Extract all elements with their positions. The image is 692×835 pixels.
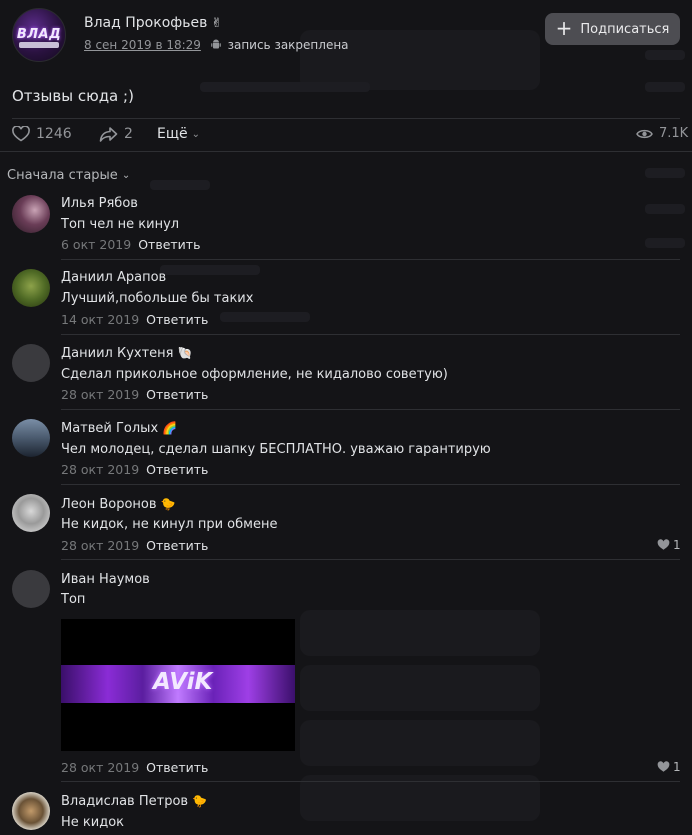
comment-text: Чел молодец, сделал шапку БЕСПЛАТНО. ува…	[61, 442, 491, 457]
share-icon	[99, 127, 118, 142]
heart-icon	[657, 539, 670, 550]
post-date-link[interactable]: 8 сен 2019 в 18:29	[84, 38, 201, 52]
banner-logo-text: AViK	[153, 669, 213, 695]
comment-avatar[interactable]	[12, 269, 50, 307]
reply-button[interactable]: Ответить	[146, 462, 208, 477]
like-button[interactable]: 1246	[12, 126, 72, 142]
divider	[61, 409, 680, 410]
comment-author-text: Владислав Петров	[61, 794, 189, 809]
comment-date[interactable]: 6 окт 2019	[61, 237, 131, 252]
pinned-label: запись закреплена	[227, 38, 349, 52]
rainbow-emoji-icon: 🌈	[162, 421, 178, 435]
comment-avatar[interactable]	[12, 570, 50, 608]
comment-like-count: 1	[673, 760, 681, 774]
comment-image-attachment[interactable]: AViK	[61, 619, 295, 751]
post-actions: 1246 2 Ещё ⌄ 7.1K	[0, 120, 692, 150]
reply-button[interactable]: Ответить	[146, 760, 208, 775]
eye-icon	[636, 129, 653, 138]
comment-date[interactable]: 28 окт 2019	[61, 462, 139, 477]
reply-button[interactable]: Ответить	[146, 312, 208, 327]
chick-emoji-icon: 🐤	[192, 794, 208, 808]
comment-author-text: Даниил Арапов	[61, 270, 167, 285]
comment-date[interactable]: 28 окт 2019	[61, 760, 139, 775]
shell-emoji-icon: 🐚	[177, 346, 193, 360]
comment-date[interactable]: 28 окт 2019	[61, 538, 139, 553]
post-header: ВЛАД Влад Прокофьев ✌ 8 сен 2019 в 18:29 …	[0, 0, 692, 70]
comment-footer: 28 окт 2019 Ответить	[61, 462, 208, 477]
comment-author-text: Иван Наумов	[61, 572, 150, 587]
comment-text: Не кидок	[61, 815, 125, 830]
comment-footer: 28 окт 2019 Ответить	[61, 387, 208, 402]
comment-author[interactable]: Даниил Арапов	[61, 270, 166, 285]
comment-author-text: Леон Воронов	[61, 497, 157, 512]
reply-button[interactable]: Ответить	[146, 387, 208, 402]
sort-label: Сначала старые	[7, 168, 118, 183]
more-label: Ещё	[157, 126, 188, 142]
subscribe-button[interactable]: + Подписаться	[545, 13, 680, 45]
comment-author-text: Даниил Кухтеня	[61, 346, 174, 361]
comment-avatar[interactable]	[12, 494, 50, 532]
comment-avatar[interactable]	[12, 419, 50, 457]
author-avatar[interactable]: ВЛАД	[12, 8, 66, 62]
comment-footer: 28 окт 2019 Ответить	[61, 760, 208, 775]
avatar-logo-stripe	[19, 42, 59, 48]
more-menu-button[interactable]: Ещё ⌄	[157, 126, 200, 142]
comment-author[interactable]: Иван Наумов	[61, 572, 150, 587]
android-icon	[210, 39, 221, 49]
comment-footer: 14 окт 2019 Ответить	[61, 312, 208, 327]
views-count: 7.1K	[659, 126, 689, 141]
share-count: 2	[124, 126, 133, 142]
comment-avatar[interactable]	[12, 792, 50, 830]
divider	[12, 118, 680, 119]
divider	[61, 334, 680, 335]
comment-text: Сделал прикольное оформление, не кидалов…	[61, 367, 448, 382]
comment-avatar[interactable]	[12, 344, 50, 382]
comment-footer: 28 окт 2019 Ответить	[61, 538, 208, 553]
heart-icon	[12, 126, 30, 142]
heart-icon	[657, 761, 670, 772]
chevron-down-icon: ⌄	[191, 128, 201, 140]
comment-footer: 6 окт 2019 Ответить	[61, 237, 200, 252]
comment-like-button[interactable]: 1	[657, 760, 681, 774]
comment-avatar[interactable]	[12, 195, 50, 233]
comment-author[interactable]: Владислав Петров 🐤	[61, 794, 207, 809]
divider	[0, 151, 692, 152]
divider	[61, 559, 680, 560]
share-button[interactable]: 2	[99, 126, 133, 142]
chevron-down-icon: ⌄	[121, 170, 131, 181]
comment-like-count: 1	[673, 538, 681, 552]
views-counter: 7.1K	[636, 126, 688, 141]
author-name-text: Влад Прокофьев	[84, 15, 208, 31]
comment-text: Топ чел не кинул	[61, 217, 180, 232]
comment-date[interactable]: 14 окт 2019	[61, 312, 139, 327]
divider	[61, 259, 680, 260]
post-meta: 8 сен 2019 в 18:29 запись закреплена	[84, 38, 349, 52]
post-text: Отзывы сюда ;)	[12, 87, 134, 105]
like-count: 1246	[36, 126, 72, 142]
reply-button[interactable]: Ответить	[146, 538, 208, 553]
subscribe-label: Подписаться	[580, 21, 670, 37]
comment-text: Топ	[61, 592, 86, 607]
comment-author-text: Илья Рябов	[61, 196, 138, 211]
comment-author[interactable]: Леон Воронов 🐤	[61, 497, 176, 512]
comment-like-button[interactable]: 1	[657, 538, 681, 552]
divider	[61, 781, 680, 782]
comment-author[interactable]: Илья Рябов	[61, 196, 138, 211]
comment-author[interactable]: Матвей Голых 🌈	[61, 421, 177, 436]
divider	[61, 484, 680, 485]
chick-emoji-icon: 🐤	[160, 497, 176, 511]
avatar-logo-text: ВЛАД	[16, 27, 62, 42]
comment-text: Не кидок, не кинул при обмене	[61, 517, 278, 532]
author-name[interactable]: Влад Прокофьев ✌	[84, 15, 222, 31]
comment-date[interactable]: 28 окт 2019	[61, 387, 139, 402]
comments-sort-dropdown[interactable]: Сначала старые ⌄	[7, 168, 130, 183]
plus-icon: +	[555, 16, 573, 40]
comment-author-text: Матвей Голых	[61, 421, 159, 436]
author-emoji: ✌	[211, 16, 223, 31]
reply-button[interactable]: Ответить	[138, 237, 200, 252]
comment-author[interactable]: Даниил Кухтеня 🐚	[61, 346, 192, 361]
comment-text: Лучший,побольше бы таких	[61, 291, 254, 306]
